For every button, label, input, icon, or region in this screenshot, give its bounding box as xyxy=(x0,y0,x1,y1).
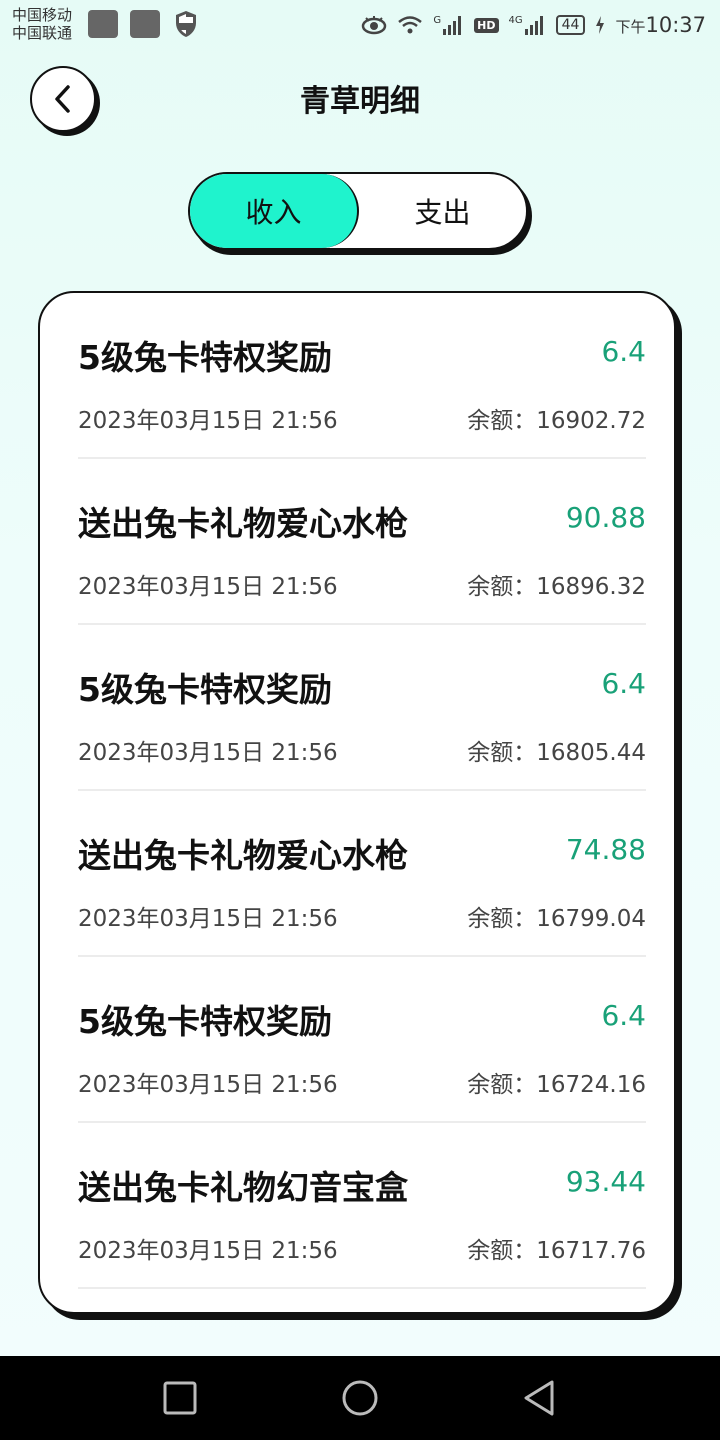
record-balance: 余额：16896.32 xyxy=(467,574,646,600)
notification-app-icon xyxy=(130,10,160,38)
list-item[interactable]: 5级兔卡特权奖励 6.4 2023年03月15日 21:56 余额：16902.… xyxy=(78,293,646,459)
signal-2-label: 4G xyxy=(508,15,523,26)
list-item[interactable]: 送出兔卡礼物幻音宝盒 93.44 2023年03月15日 21:56 余额：16… xyxy=(78,1123,646,1289)
record-amount: 6.4 xyxy=(601,335,646,368)
status-bar: 中国移动 中国联通 G HD 4G 44 下午10:37 xyxy=(0,0,720,52)
record-time: 2023年03月15日 21:56 xyxy=(78,1072,338,1098)
record-balance: 余额：16724.16 xyxy=(467,1072,646,1098)
record-balance: 余额：16799.04 xyxy=(467,906,646,932)
record-title: 5级兔卡特权奖励 xyxy=(78,1002,332,1041)
signal-2: 4G xyxy=(509,15,546,35)
carrier-1: 中国移动 xyxy=(12,6,73,24)
charging-icon xyxy=(596,16,605,34)
wifi-icon xyxy=(398,16,423,34)
record-time: 2023年03月15日 21:56 xyxy=(78,1238,338,1264)
record-title: 5级兔卡特权奖励 xyxy=(78,670,332,709)
list-item[interactable]: 5级兔卡特权奖励 6.4 2023年03月15日 21:56 余额：16805.… xyxy=(78,625,646,791)
signal-1: G xyxy=(433,15,464,35)
record-amount: 93.44 xyxy=(565,1165,646,1198)
signal-bars-icon xyxy=(524,16,543,35)
record-amount: 90.88 xyxy=(565,501,646,534)
hd-badge: HD xyxy=(474,17,499,33)
record-balance: 余额：16717.76 xyxy=(467,1238,646,1264)
record-amount: 74.88 xyxy=(565,833,646,866)
record-time: 2023年03月15日 21:56 xyxy=(78,906,338,932)
record-title: 送出兔卡礼物幻音宝盒 xyxy=(78,1168,408,1207)
circle-icon[interactable] xyxy=(340,1378,380,1418)
notification-app-icon xyxy=(88,10,118,38)
tab-income[interactable]: 收入 xyxy=(190,174,359,248)
tab-expense[interactable]: 支出 xyxy=(359,174,526,248)
records-card: 5级兔卡特权奖励 6.4 2023年03月15日 21:56 余额：16902.… xyxy=(38,291,676,1314)
record-time: 2023年03月15日 21:56 xyxy=(78,740,338,766)
carrier-info: 中国移动 中国联通 xyxy=(12,6,72,42)
status-right: G HD 4G 44 下午10:37 xyxy=(361,10,706,40)
record-balance: 余额：16902.72 xyxy=(467,408,646,434)
square-icon[interactable] xyxy=(160,1378,200,1418)
record-title: 送出兔卡礼物爱心水枪 xyxy=(78,836,408,875)
signal-1-label: G xyxy=(433,15,442,26)
record-title: 5级兔卡特权奖励 xyxy=(78,338,332,377)
list-item[interactable]: 5级兔卡特权奖励 6.4 2023年03月15日 21:56 余额：16724.… xyxy=(78,957,646,1123)
system-nav-bar xyxy=(0,1356,720,1440)
battery-icon: 44 xyxy=(555,15,586,35)
list-item[interactable]: 送出兔卡礼物爱心水枪 74.88 2023年03月15日 21:56 余额：16… xyxy=(78,791,646,957)
record-amount: 6.4 xyxy=(601,667,646,700)
signal-bars-icon xyxy=(443,16,462,35)
record-title: 送出兔卡礼物爱心水枪 xyxy=(78,504,408,543)
clock-time: 10:37 xyxy=(645,13,706,37)
list-item[interactable]: 送出兔卡礼物爱心水枪 90.88 2023年03月15日 21:56 余额：16… xyxy=(78,459,646,625)
tab-switcher: 收入 支出 xyxy=(188,172,528,250)
triangle-back-icon[interactable] xyxy=(520,1378,560,1418)
shield-icon xyxy=(176,11,196,37)
eye-icon xyxy=(362,16,387,35)
page-title: 青草明细 xyxy=(300,84,420,119)
record-time: 2023年03月15日 21:56 xyxy=(78,574,338,600)
clock: 下午10:37 xyxy=(615,13,706,37)
record-balance: 余额：16805.44 xyxy=(467,740,646,766)
record-amount: 6.4 xyxy=(601,999,646,1032)
clock-prefix: 下午 xyxy=(615,18,646,36)
carrier-2: 中国联通 xyxy=(12,24,73,42)
record-time: 2023年03月15日 21:56 xyxy=(78,408,338,434)
